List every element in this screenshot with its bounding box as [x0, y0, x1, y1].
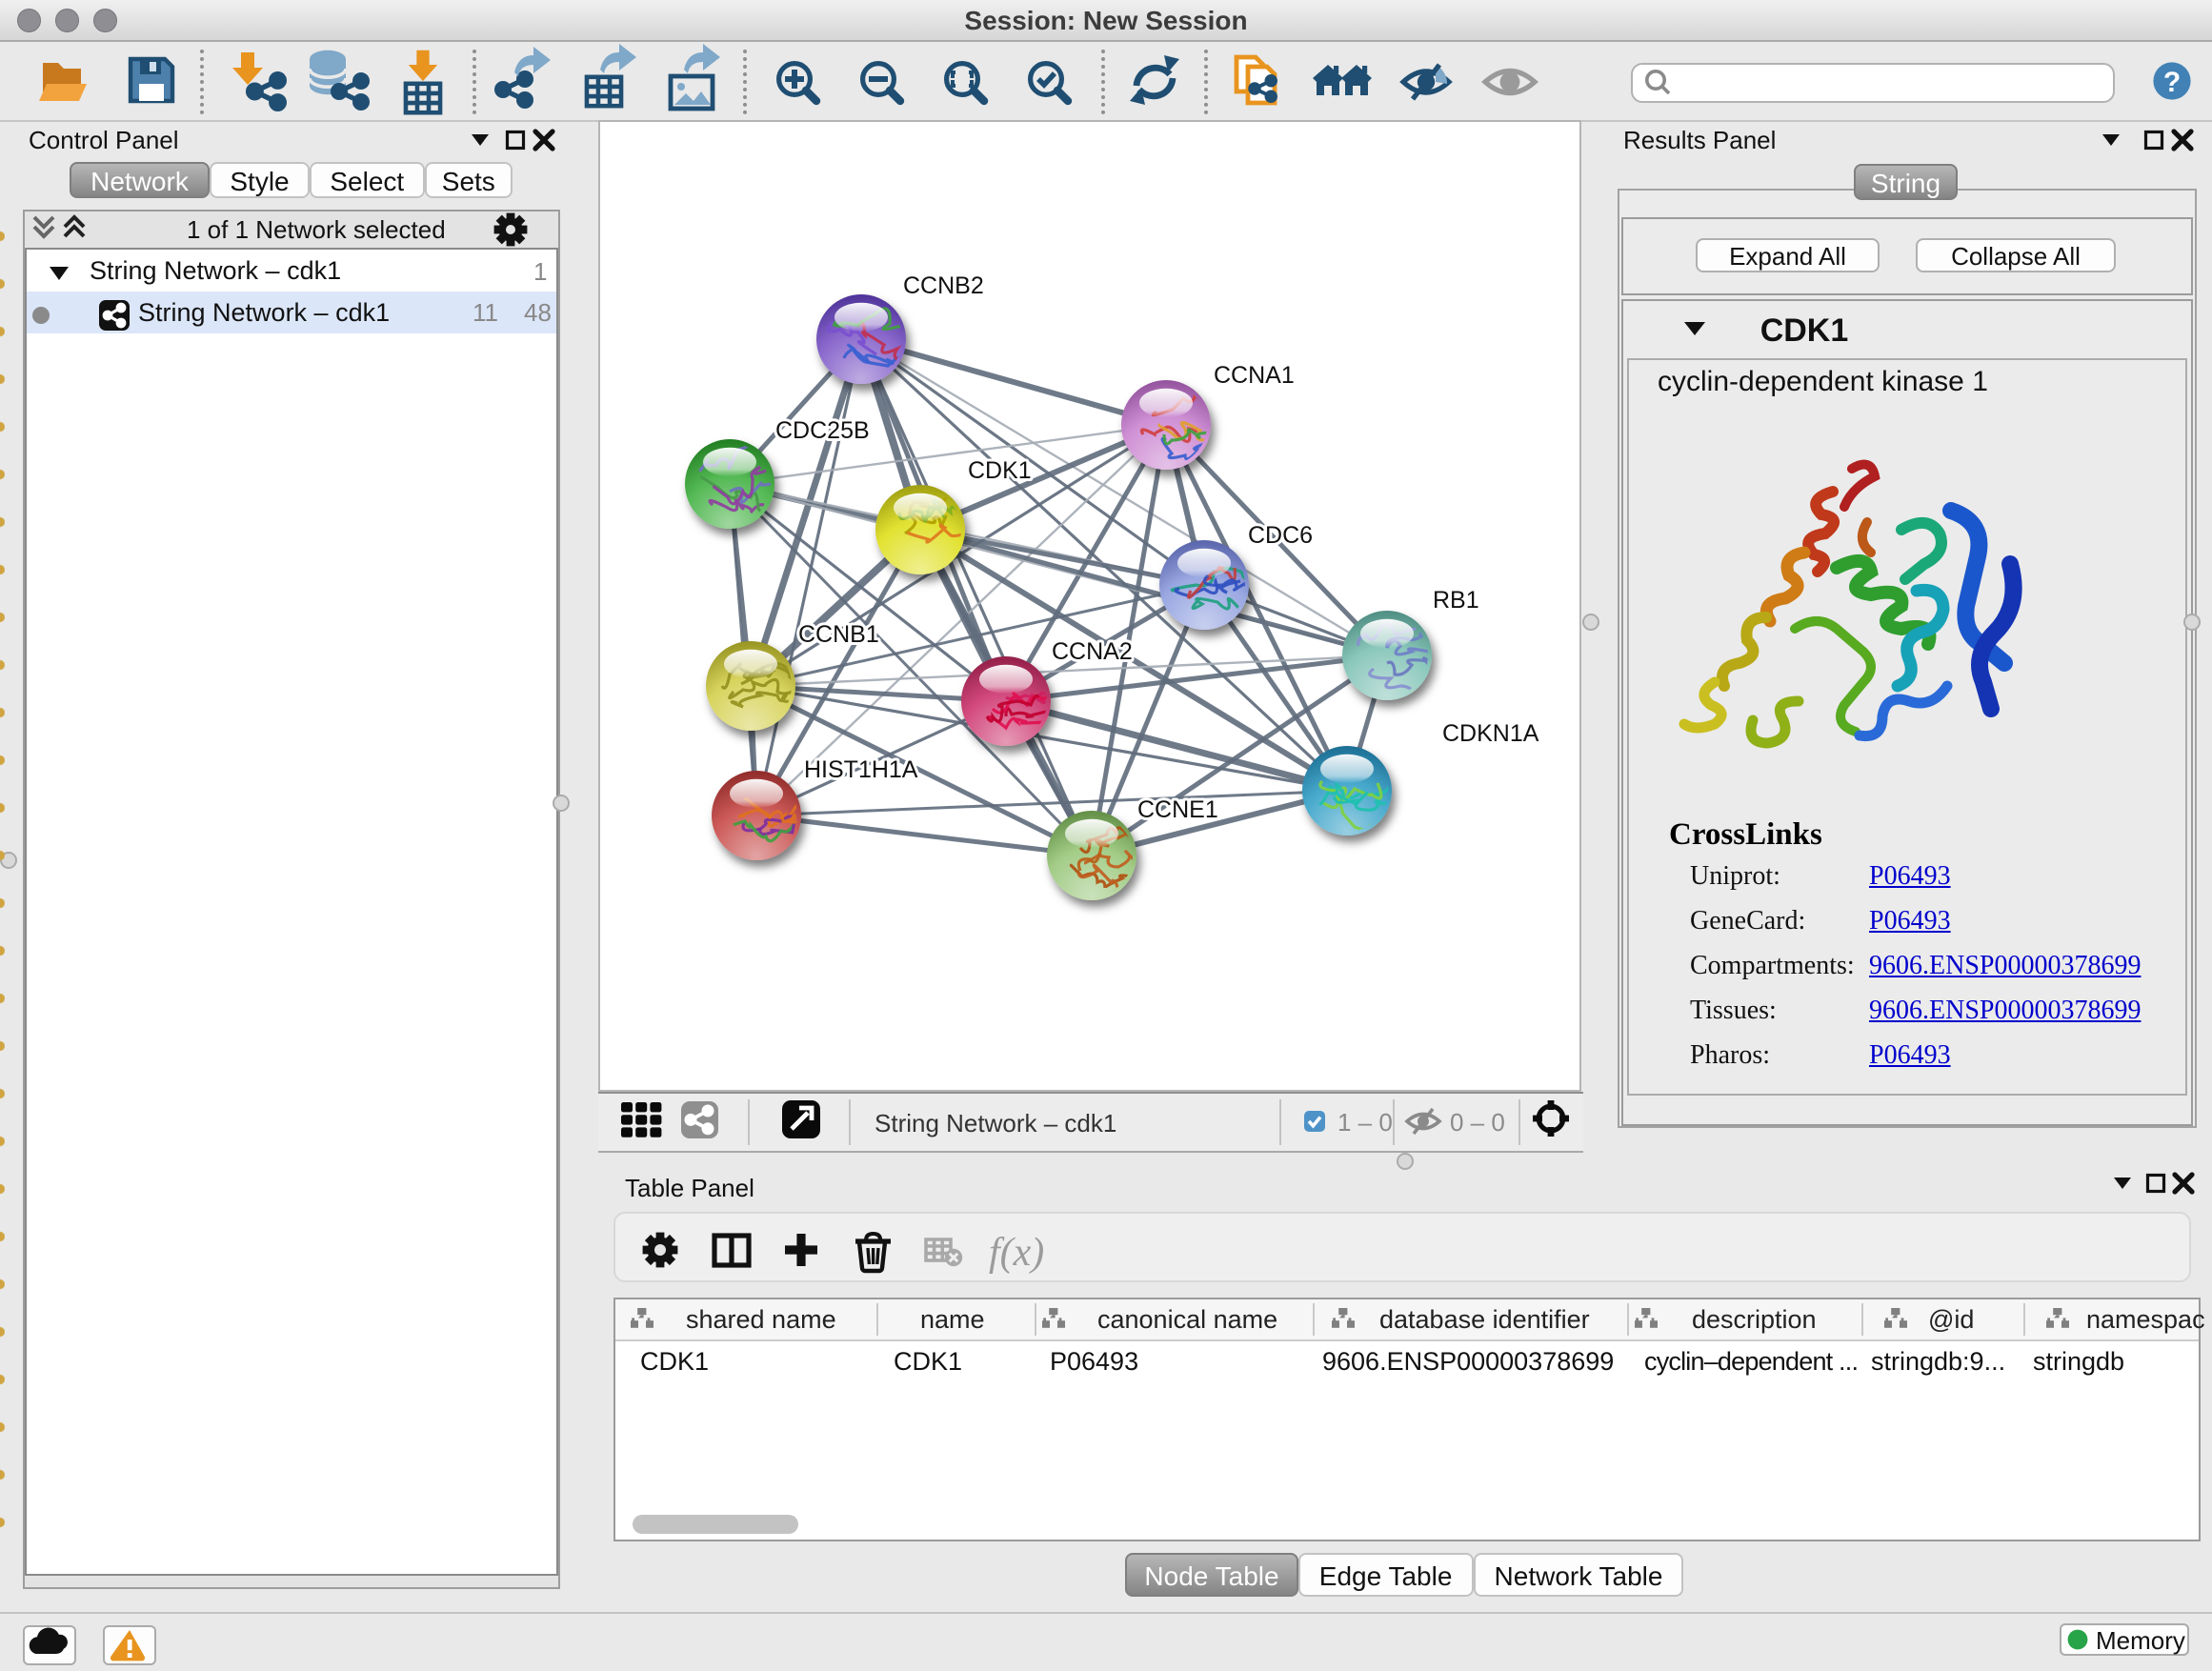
- svg-text:RB1: RB1: [1433, 587, 1479, 614]
- svg-text:HIST1H1A: HIST1H1A: [804, 756, 918, 783]
- svg-text:CDK1: CDK1: [968, 457, 1032, 484]
- svg-text:CCNA2: CCNA2: [1052, 638, 1133, 665]
- svg-text:CCNA1: CCNA1: [1214, 362, 1295, 389]
- svg-text:CCNB1: CCNB1: [798, 621, 879, 648]
- svg-text:CDC6: CDC6: [1248, 522, 1313, 549]
- svg-text:CCNE1: CCNE1: [1137, 796, 1218, 823]
- svg-text:CCNB2: CCNB2: [903, 272, 984, 299]
- svg-text:CDC25B: CDC25B: [775, 417, 870, 444]
- svg-text:CDKN1A: CDKN1A: [1442, 720, 1539, 747]
- svg-text:?: ?: [2163, 67, 2181, 98]
